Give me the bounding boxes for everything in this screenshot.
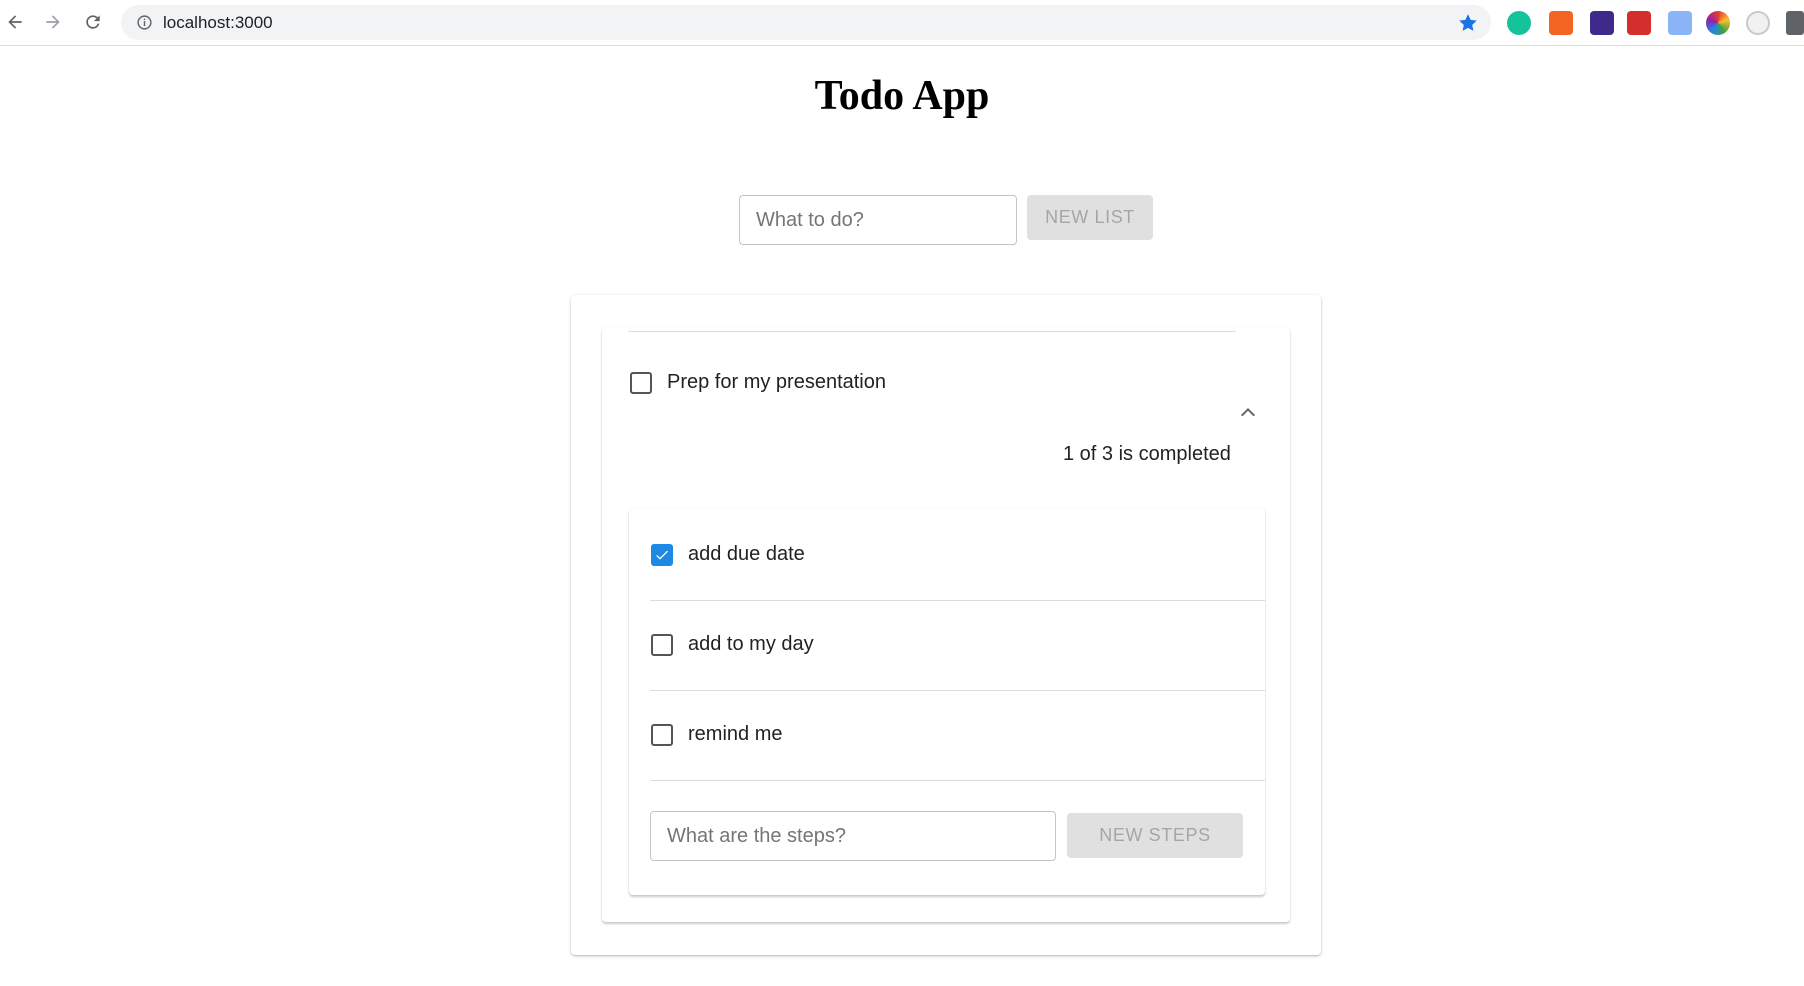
arrow-left-icon — [8, 15, 22, 29]
back-button[interactable] — [2, 9, 28, 35]
steps-input-field[interactable] — [650, 811, 1056, 861]
reload-button[interactable] — [80, 9, 106, 35]
step-divider — [650, 690, 1265, 691]
checkmark-icon — [656, 550, 668, 560]
step-checkbox-checked[interactable] — [651, 544, 673, 566]
page-title: Todo App — [814, 73, 990, 119]
step-checkbox[interactable] — [651, 724, 673, 746]
step-label: add due date — [688, 543, 805, 565]
forward-button[interactable] — [40, 9, 66, 35]
accordion-divider — [628, 331, 1236, 332]
address-bar[interactable]: localhost:3000 — [121, 5, 1491, 40]
extensions-puzzle-icon[interactable] — [1786, 11, 1804, 35]
step-label: remind me — [688, 723, 783, 745]
pixel-extension-icon[interactable] — [1627, 11, 1651, 35]
steps-input[interactable] — [651, 812, 1055, 860]
education-extension-icon[interactable] — [1590, 11, 1614, 35]
list-input-field[interactable] — [739, 195, 1017, 245]
step-label: add to my day — [688, 633, 814, 655]
new-list-button[interactable]: NEW LIST — [1027, 195, 1153, 240]
chevron-up-icon[interactable] — [1236, 401, 1260, 425]
translate-extension-icon[interactable] — [1668, 11, 1692, 35]
progress-text: 1 of 3 is completed — [1063, 443, 1231, 465]
task-checkbox[interactable] — [630, 372, 652, 394]
camera-extension-icon[interactable] — [1746, 11, 1770, 35]
grammarly-extension-icon[interactable] — [1507, 11, 1531, 35]
step-checkbox[interactable] — [651, 634, 673, 656]
arrow-right-icon — [46, 15, 60, 29]
new-steps-button[interactable]: NEW STEPS — [1067, 813, 1243, 858]
step-divider — [650, 600, 1265, 601]
step-divider — [650, 780, 1265, 781]
browser-toolbar: localhost:3000 — [0, 0, 1804, 46]
list-input[interactable] — [740, 196, 1016, 244]
info-icon[interactable] — [136, 14, 153, 31]
coupon-extension-icon[interactable] — [1549, 11, 1573, 35]
task-label: Prep for my presentation — [667, 371, 886, 393]
star-icon[interactable] — [1457, 12, 1479, 34]
reload-icon — [86, 15, 100, 29]
url-text: localhost:3000 — [163, 13, 273, 32]
color-picker-extension-icon[interactable] — [1706, 11, 1730, 35]
